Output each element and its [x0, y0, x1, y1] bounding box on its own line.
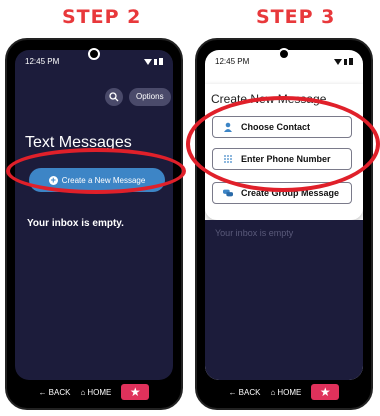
- person-icon: [223, 122, 233, 132]
- search-button[interactable]: [105, 88, 123, 106]
- home-icon: ⌂: [270, 387, 276, 397]
- menu-item-label: Create Group Message: [241, 188, 340, 198]
- inbox-empty-text: Your inbox is empty.: [27, 218, 124, 229]
- nav-back[interactable]: ← BACK: [229, 388, 261, 397]
- status-icons: [144, 58, 163, 65]
- sheet-title: Create New Message: [211, 92, 327, 106]
- options-button[interactable]: Options: [129, 88, 171, 106]
- search-icon: [109, 92, 119, 102]
- status-time: 12:45 PM: [215, 57, 250, 66]
- dialpad-icon: [223, 154, 233, 164]
- nav-back-label: BACK: [48, 387, 71, 397]
- wifi-icon: [144, 58, 152, 65]
- phone-step-2: 12:45 PM Options Text Messages + Create …: [5, 38, 183, 410]
- create-button-label: Create a New Message: [61, 175, 146, 185]
- camera-notch: [88, 48, 100, 60]
- create-group-message-button[interactable]: Create Group Message: [212, 182, 352, 204]
- battery-icon: [349, 58, 353, 65]
- nav-home[interactable]: ⌂ HOME: [270, 388, 301, 397]
- step-2-title: STEP 2: [62, 6, 142, 28]
- battery-icon: [159, 58, 163, 65]
- nav-home[interactable]: ⌂ HOME: [80, 388, 111, 397]
- background-screen: [205, 220, 363, 380]
- menu-item-label: Enter Phone Number: [241, 154, 331, 164]
- phone-screen: 12:45 PM Options Text Messages + Create …: [15, 50, 173, 380]
- star-icon: ★: [129, 385, 141, 399]
- bottom-nav: ← BACK ⌂ HOME ★: [15, 382, 173, 402]
- group-chat-icon: [223, 188, 233, 198]
- nav-home-label: HOME: [277, 387, 302, 397]
- star-button[interactable]: ★: [121, 384, 150, 400]
- nav-back-label: BACK: [238, 387, 261, 397]
- menu-item-label: Choose Contact: [241, 122, 311, 132]
- home-icon: ⌂: [80, 387, 86, 397]
- bottom-nav: ← BACK ⌂ HOME ★: [205, 382, 363, 402]
- status-time: 12:45 PM: [25, 57, 60, 66]
- signal-icon: [344, 58, 347, 65]
- new-message-menu: Create New Message Choose Contact Enter …: [205, 84, 363, 220]
- phone-step-3: 12:45 PM Create New Message Choose Conta…: [195, 38, 373, 410]
- nav-home-label: HOME: [87, 387, 112, 397]
- plus-icon: +: [48, 174, 58, 185]
- back-arrow-icon: ←: [38, 387, 47, 397]
- page-title: Text Messages: [25, 134, 132, 151]
- enter-phone-number-button[interactable]: Enter Phone Number: [212, 148, 352, 170]
- back-arrow-icon: ←: [228, 387, 237, 397]
- status-icons: [334, 58, 353, 65]
- inbox-empty-text: Your inbox is empty: [215, 228, 294, 238]
- wifi-icon: [334, 58, 342, 65]
- phone-screen: 12:45 PM Create New Message Choose Conta…: [205, 50, 363, 380]
- nav-back[interactable]: ← BACK: [39, 388, 71, 397]
- choose-contact-button[interactable]: Choose Contact: [212, 116, 352, 138]
- star-button[interactable]: ★: [311, 384, 340, 400]
- create-new-message-button[interactable]: + Create a New Message: [29, 168, 165, 192]
- camera-notch: [278, 48, 290, 60]
- signal-icon: [154, 58, 157, 65]
- step-3-title: STEP 3: [256, 6, 336, 28]
- star-icon: ★: [319, 385, 331, 399]
